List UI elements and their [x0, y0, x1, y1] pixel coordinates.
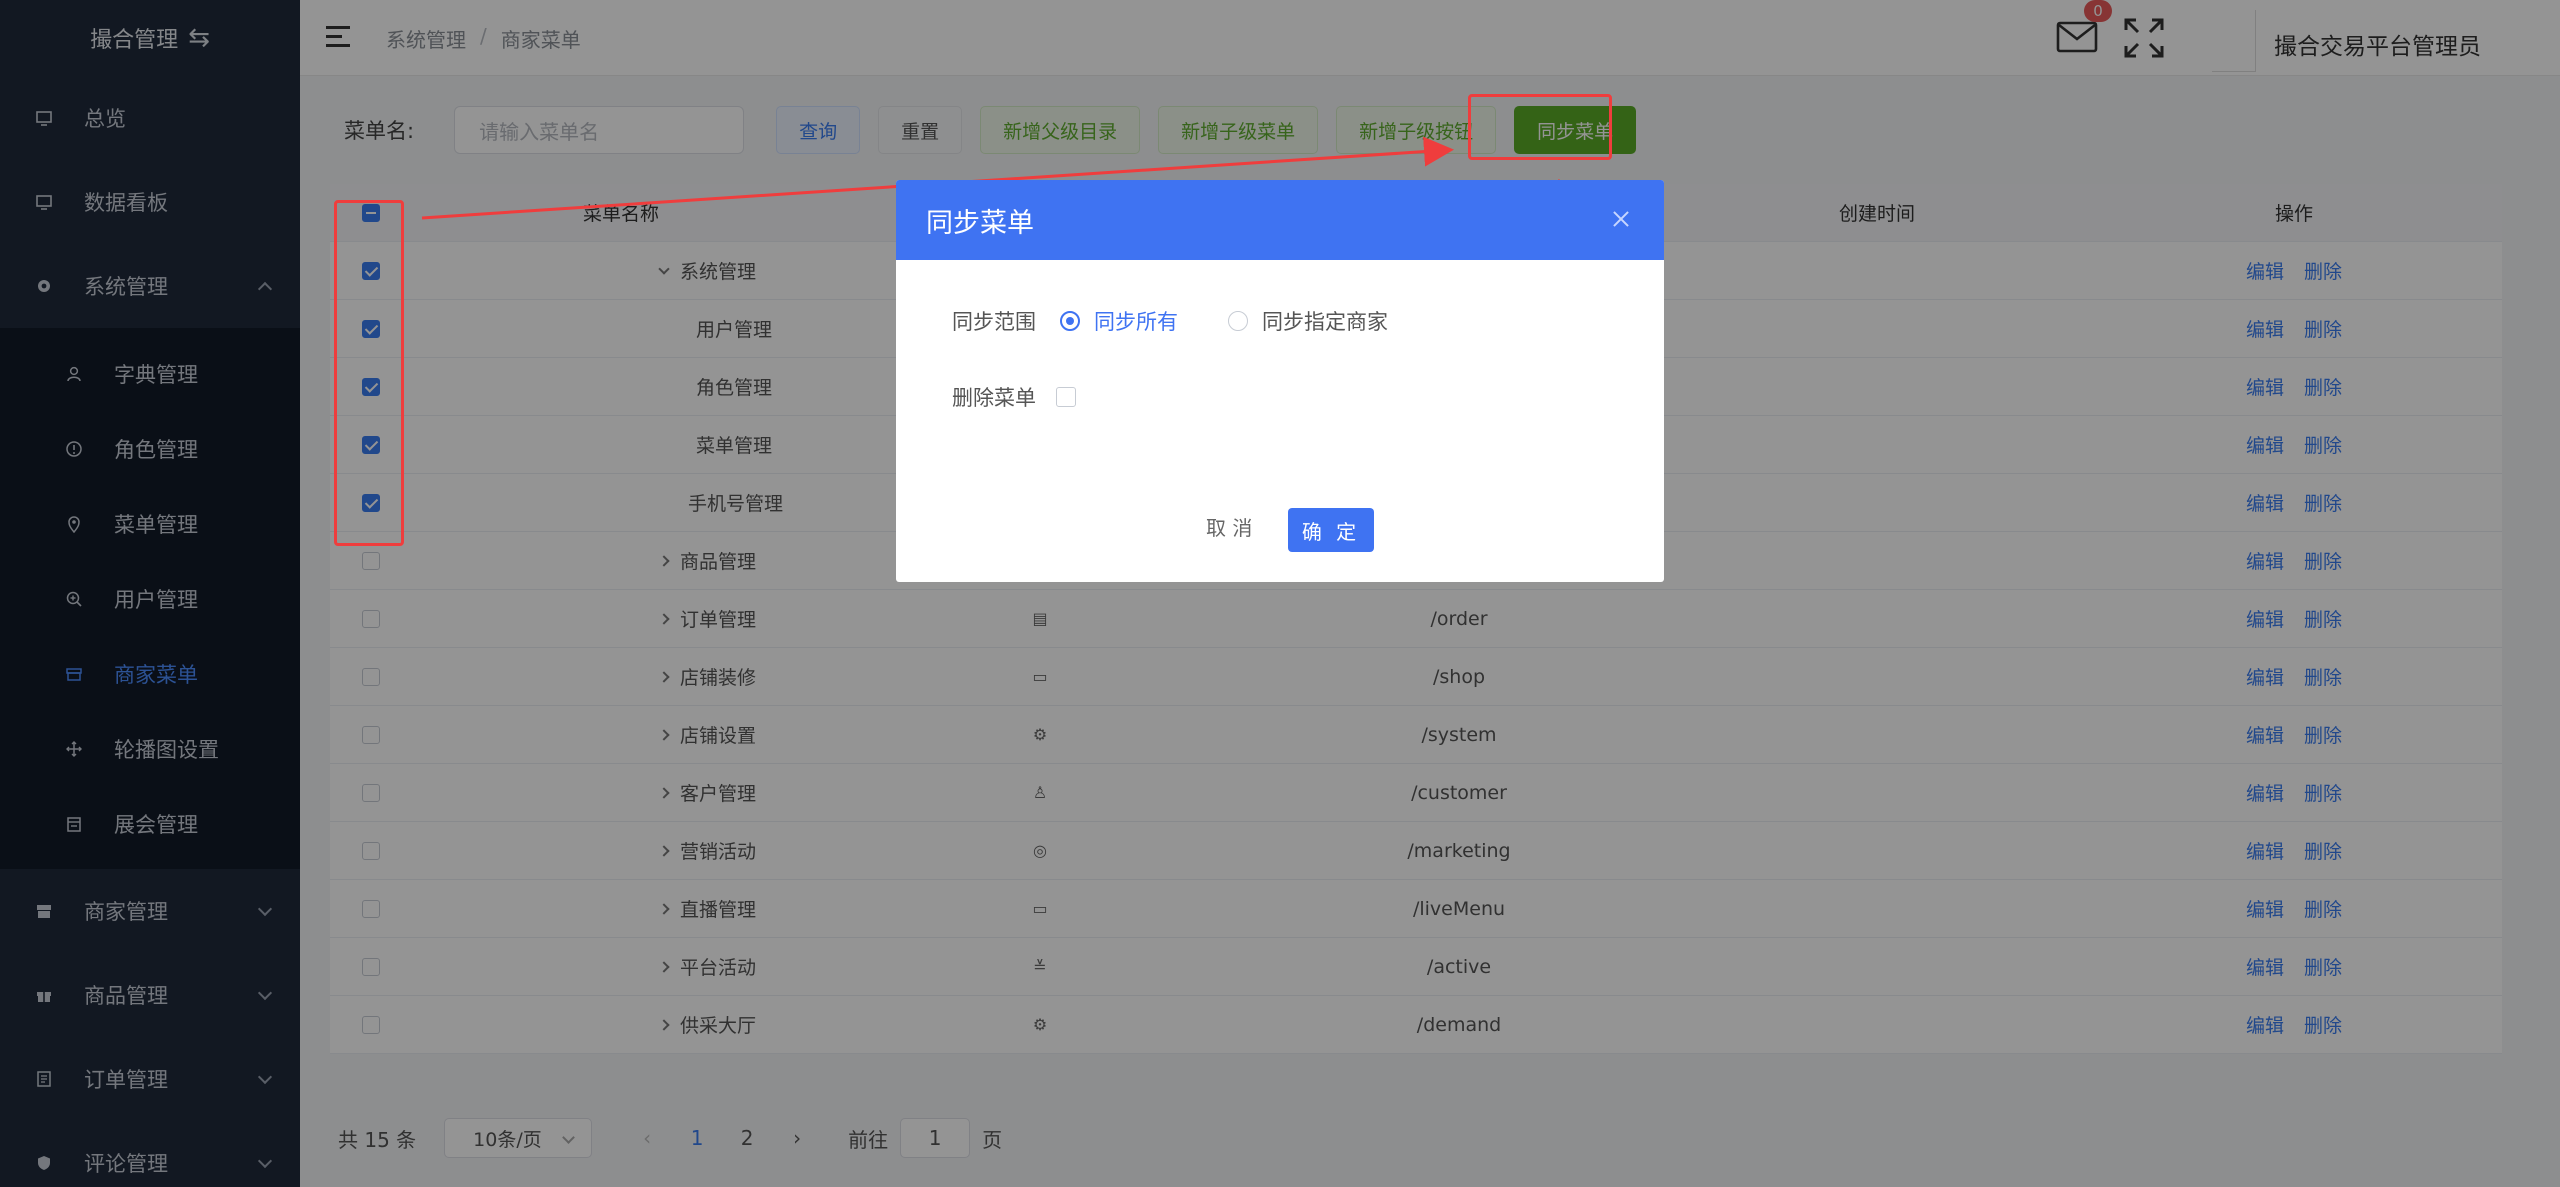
delete-menu-row: 删除菜单	[952, 382, 1076, 412]
delete-menu-label: 删除菜单	[952, 386, 1036, 410]
sync-menu-dialog: 同步菜单	[896, 180, 1664, 582]
delete-menu-checkbox[interactable]	[1056, 387, 1076, 407]
radio-sync-specific[interactable]	[1228, 311, 1248, 331]
annotation-box-checkboxes	[334, 200, 404, 546]
radio-sync-specific-label[interactable]: 同步指定商家	[1262, 306, 1388, 336]
dialog-header: 同步菜单	[896, 180, 1664, 260]
sync-scope-row: 同步范围 同步所有 同步指定商家	[952, 306, 1388, 336]
radio-sync-all[interactable]	[1060, 311, 1080, 331]
modal-overlay[interactable]	[0, 0, 2560, 1187]
radio-sync-all-label[interactable]: 同步所有	[1094, 306, 1178, 336]
close-icon[interactable]	[1608, 206, 1634, 232]
sync-scope-label: 同步范围	[952, 310, 1036, 334]
cancel-button[interactable]: 取 消	[1206, 512, 1252, 541]
dialog-title: 同步菜单	[926, 207, 1034, 239]
confirm-button[interactable]: 确 定	[1288, 508, 1374, 552]
annotation-box-sync-button	[1468, 94, 1612, 160]
